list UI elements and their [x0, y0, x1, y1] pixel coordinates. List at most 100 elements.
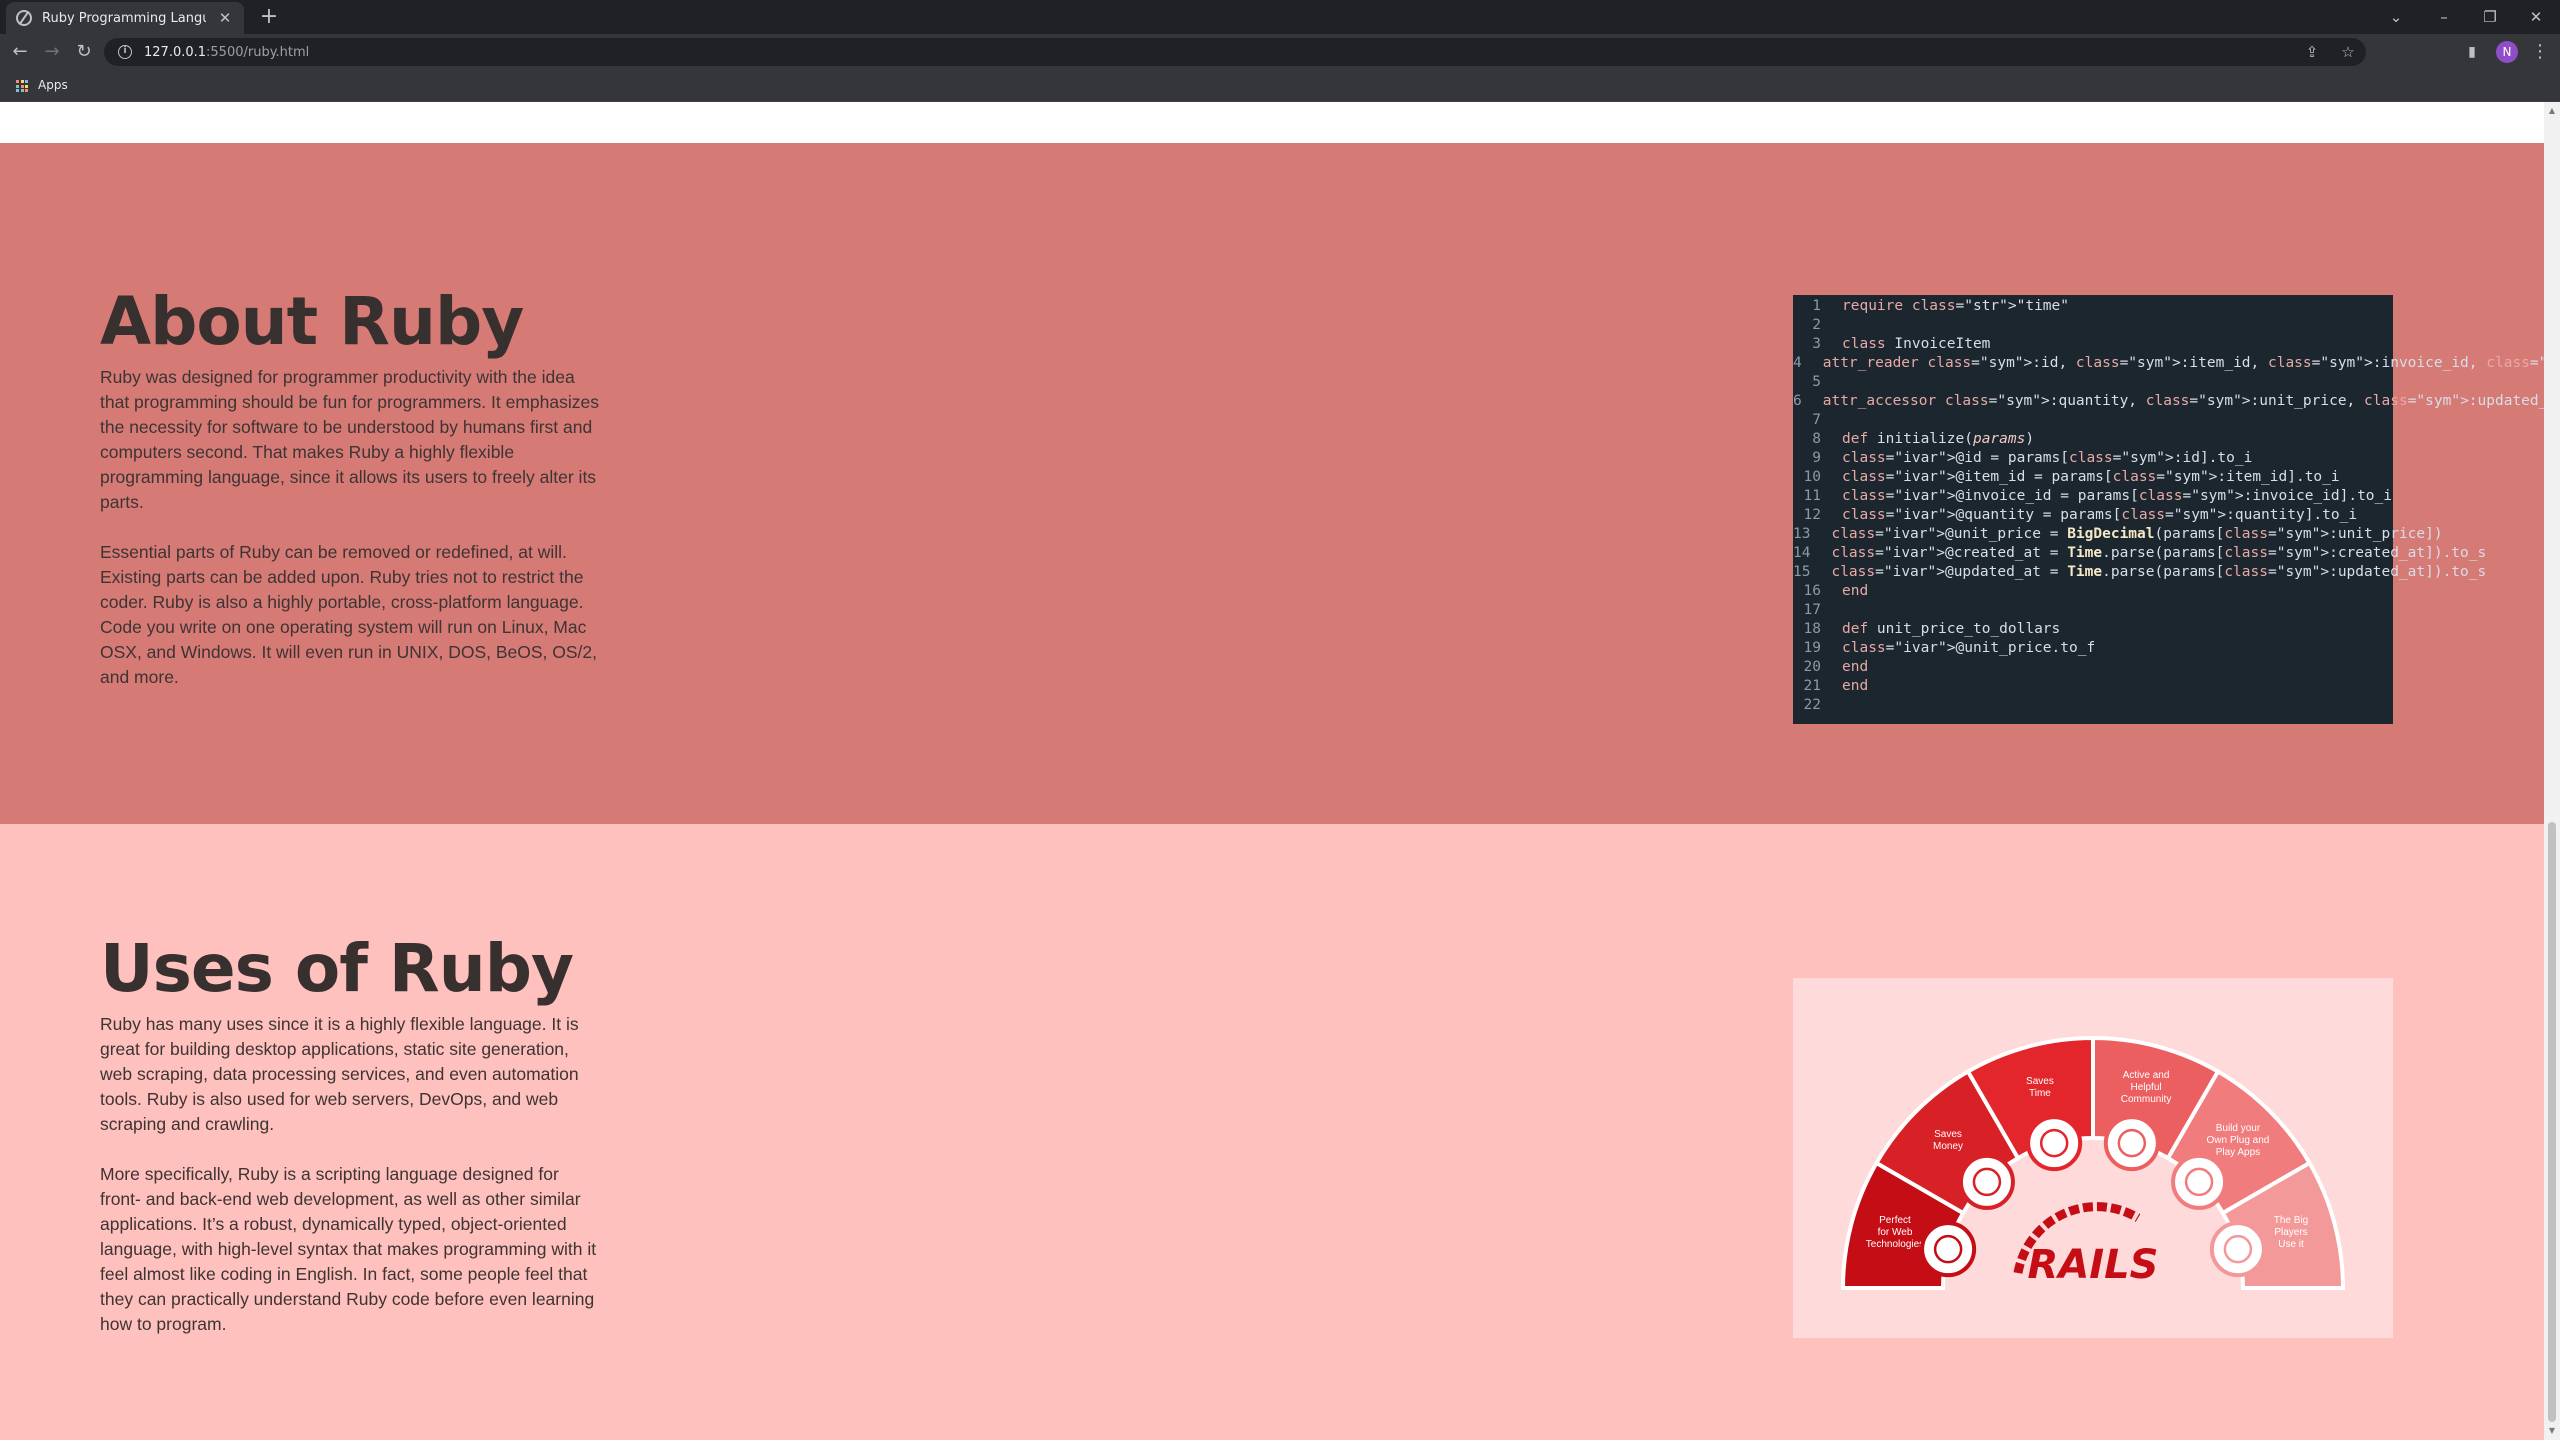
- line-number: 15: [1793, 564, 1811, 580]
- globe-icon: [1920, 1221, 1977, 1278]
- line-number: 3: [1812, 336, 1821, 352]
- code-line: 1 require class="str">"time": [1793, 297, 2393, 316]
- line-number: 1: [1812, 298, 1821, 314]
- address-bar[interactable]: i 127.0.0.1 :5500/ruby.html ⇪ ☆: [104, 38, 2366, 66]
- code-text: attr_reader class="sym">:id, class="sym"…: [1822, 355, 2544, 371]
- code-text: attr_accessor class="sym">:quantity, cla…: [1822, 393, 2544, 409]
- line-number: 19: [1803, 640, 1821, 656]
- line-number: 16: [1803, 583, 1821, 599]
- line-number: 22: [1803, 697, 1821, 713]
- menu-icon[interactable]: ⋮: [2528, 40, 2552, 64]
- infographic-graphic: Perfect for Web TechnologiesSaves MoneySave…: [1840, 1035, 2346, 1290]
- close-window-icon[interactable]: ✕: [2516, 4, 2556, 30]
- code-line: 5: [1793, 373, 2393, 392]
- code-line: 6 attr_accessor class="sym">:quantity, cl…: [1793, 392, 2544, 411]
- code-text: end: [1842, 583, 1869, 599]
- code-line: 3 class InvoiceItem: [1793, 335, 2393, 354]
- globe-icon: [16, 10, 32, 26]
- side-panel-icon[interactable]: ▮: [2460, 40, 2484, 64]
- browser-tab[interactable]: Ruby Programming Language ✕: [6, 2, 244, 34]
- line-number: 7: [1812, 412, 1821, 428]
- code-line: 10 class="ivar">@item_id = params[class="…: [1793, 468, 2393, 487]
- bookmarks-bar: Apps: [0, 70, 2560, 102]
- line-number: 11: [1803, 488, 1821, 504]
- profile-avatar[interactable]: N: [2496, 41, 2518, 63]
- code-block: 1 require class="str">"time" 2 3 class Invoi…: [1793, 295, 2544, 724]
- code-line: 11 class="ivar">@invoice_id = params[clas…: [1793, 487, 2393, 506]
- url-host: 127.0.0.1: [144, 44, 207, 60]
- url-path: :5500/ruby.html: [206, 44, 310, 60]
- line-number: 6: [1793, 393, 1802, 409]
- bookmark-star-icon[interactable]: ☆: [2330, 38, 2366, 66]
- apps-grid-icon[interactable]: [16, 80, 28, 92]
- minimize-icon[interactable]: –: [2424, 4, 2464, 30]
- back-icon[interactable]: ←: [8, 40, 32, 64]
- code-text: end: [1842, 678, 1869, 694]
- tab-search-icon[interactable]: ⌄: [2376, 4, 2416, 30]
- code-line: 18 def unit_price_to_dollars: [1793, 620, 2393, 639]
- phone-icon: [2171, 1153, 2228, 1210]
- bookmark-apps[interactable]: Apps: [38, 78, 68, 92]
- benefit-label: Saves Money: [1933, 1129, 1963, 1152]
- scroll-up-arrow[interactable]: ▲: [2544, 104, 2560, 118]
- scroll-down-arrow[interactable]: ▼: [2544, 1424, 2560, 1438]
- new-tab-button[interactable]: +: [256, 5, 282, 31]
- browser-toolbar: ← → ↻ i 127.0.0.1 :5500/ruby.html ⇪ ☆ ▮ …: [0, 34, 2560, 70]
- code-line: 7: [1793, 411, 2393, 430]
- line-number: 20: [1803, 659, 1821, 675]
- line-number: 4: [1793, 355, 1802, 371]
- code-line: 12 class="ivar">@quantity = params[class=…: [1793, 506, 2393, 525]
- uses-section: Uses of Ruby Ruby has many uses since it…: [0, 824, 2544, 1440]
- code-text: class="ivar">@unit_price.to_f: [1842, 640, 2096, 656]
- code-text: class="ivar">@updated_at = Time.parse(pa…: [1831, 564, 2487, 580]
- line-number: 13: [1793, 526, 1811, 542]
- code-line: 22: [1793, 696, 2393, 715]
- clock-icon: [2026, 1115, 2083, 1172]
- code-line: 21 end: [1793, 677, 2393, 696]
- code-text: def initialize(params): [1842, 431, 2035, 447]
- page-scrollbar[interactable]: ▲ ▼: [2544, 102, 2560, 1440]
- code-text: class="ivar">@invoice_id = params[class=…: [1842, 488, 2392, 504]
- line-number: 8: [1812, 431, 1821, 447]
- benefit-label: The Big Players Use it: [2274, 1215, 2308, 1250]
- line-number: 21: [1803, 678, 1821, 694]
- about-paragraph-1: Ruby was designed for programmer product…: [100, 367, 599, 512]
- community-icon: [2103, 1115, 2160, 1172]
- tab-title: Ruby Programming Language: [42, 10, 206, 26]
- share-icon[interactable]: ⇪: [2294, 38, 2330, 66]
- code-line: 14 class="ivar">@created_at = Time.parse(…: [1793, 544, 2486, 563]
- about-section: About Ruby Ruby was designed for program…: [0, 143, 2544, 824]
- line-number: 5: [1812, 374, 1821, 390]
- code-text: class="ivar">@quantity = params[class="s…: [1842, 507, 2358, 523]
- code-line: 16 end: [1793, 582, 2393, 601]
- code-line: 19 class="ivar">@unit_price.to_f: [1793, 639, 2393, 658]
- reload-icon[interactable]: ↻: [72, 40, 96, 64]
- line-number: 9: [1812, 450, 1821, 466]
- close-tab-icon[interactable]: ✕: [216, 9, 234, 27]
- code-text: class="ivar">@item_id = params[class="sy…: [1842, 469, 2340, 485]
- forward-icon[interactable]: →: [40, 40, 64, 64]
- page-viewport: About Ruby Ruby was designed for program…: [0, 102, 2544, 1440]
- code-text: end: [1842, 659, 1869, 675]
- code-text: def unit_price_to_dollars: [1842, 621, 2061, 637]
- person-icon: [2209, 1221, 2266, 1278]
- code-line: 17: [1793, 601, 2393, 620]
- code-text: require class="str">"time": [1842, 298, 2069, 314]
- code-text: class="ivar">@created_at = Time.parse(pa…: [1831, 545, 2487, 561]
- scroll-thumb[interactable]: [2548, 822, 2556, 1422]
- code-text: class InvoiceItem: [1842, 336, 1991, 352]
- line-number: 18: [1803, 621, 1821, 637]
- tab-strip: Ruby Programming Language ✕ + ⌄ – ❐ ✕: [0, 0, 2560, 34]
- site-info-icon[interactable]: i: [118, 45, 132, 59]
- line-number: 10: [1803, 469, 1821, 485]
- restore-icon[interactable]: ❐: [2470, 4, 2510, 30]
- line-number: 17: [1803, 602, 1821, 618]
- rails-benefits-infographic: Perfect for Web Technologies Saves Money Save…: [1793, 978, 2393, 1338]
- about-heading: About Ruby: [100, 283, 524, 360]
- code-text: class="ivar">@id = params[class="sym">:i…: [1842, 450, 2253, 466]
- benefit-label: Build your Own Plug and Play Apps: [2207, 1123, 2270, 1158]
